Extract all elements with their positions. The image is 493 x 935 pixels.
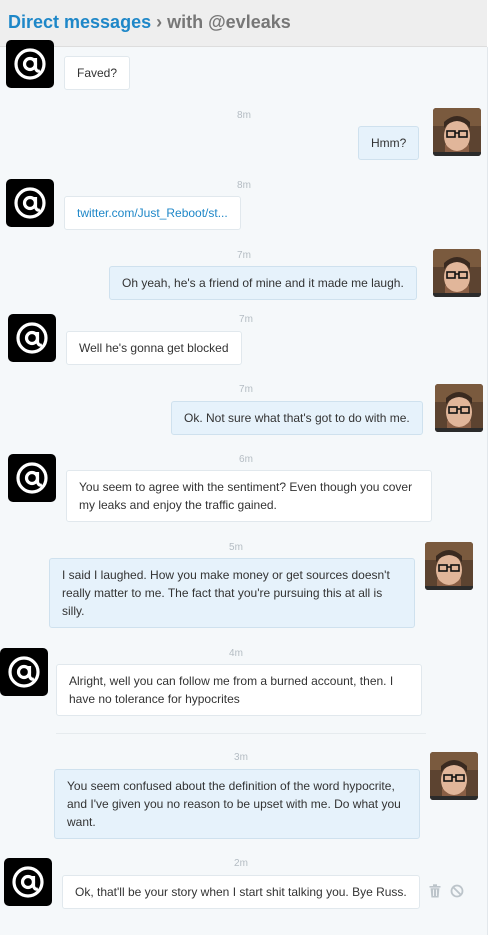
- message-text: Oh yeah, he's a friend of mine and it ma…: [122, 276, 404, 290]
- at-sign-avatar[interactable]: [6, 179, 54, 227]
- message-bubble: Ok. Not sure what that's got to do with …: [171, 401, 423, 435]
- trash-icon[interactable]: [429, 884, 441, 903]
- message-timestamp: 4m: [229, 648, 243, 659]
- direct-messages-link[interactable]: Direct messages: [8, 12, 151, 32]
- message-timestamp: 7m: [237, 250, 251, 261]
- at-sign-avatar[interactable]: [8, 454, 56, 502]
- message-timestamp: 8m: [237, 180, 251, 191]
- message-text: Hmm?: [371, 136, 407, 150]
- message-bubble: Ok, that'll be your story when I start s…: [62, 875, 420, 909]
- block-icon[interactable]: [450, 884, 464, 903]
- message-text: Ok, that'll be your story when I start s…: [75, 885, 407, 899]
- message-bubble: twitter.com/Just_Reboot/st...: [64, 196, 241, 230]
- message-timestamp: 5m: [229, 542, 243, 553]
- user-photo-avatar[interactable]: [425, 542, 473, 590]
- message-bubble: Faved?: [64, 56, 131, 90]
- message-bubble: Oh yeah, he's a friend of mine and it ma…: [109, 266, 417, 300]
- user-photo-avatar[interactable]: [433, 108, 481, 156]
- message-timestamp: 7m: [239, 314, 253, 325]
- message-timestamp: 8m: [237, 110, 251, 121]
- message-timestamp: 3m: [234, 752, 248, 763]
- at-sign-avatar[interactable]: [6, 40, 54, 88]
- message-text: Faved?: [77, 66, 118, 80]
- message-text: You seem to agree with the sentiment? Ev…: [79, 480, 413, 512]
- message-text: I said I laughed. How you make money or …: [62, 568, 390, 618]
- conversation-header: Direct messages › with @evleaks: [0, 0, 487, 47]
- user-photo-avatar[interactable]: [430, 752, 478, 800]
- conversation-title: Direct messages › with @evleaks: [8, 12, 291, 33]
- breadcrumb-separator: ›: [156, 12, 163, 32]
- message-link[interactable]: twitter.com/Just_Reboot/st...: [77, 206, 228, 220]
- message-bubble: You seem confused about the definition o…: [54, 769, 420, 839]
- message-bubble: Alright, well you can follow me from a b…: [56, 664, 422, 716]
- message-timestamp: 7m: [239, 384, 253, 395]
- message-bubble: Hmm?: [358, 126, 420, 160]
- message-text: You seem confused about the definition o…: [67, 779, 401, 829]
- message-text: Ok. Not sure what that's got to do with …: [184, 411, 410, 425]
- thread-border: [487, 47, 488, 935]
- user-photo-avatar[interactable]: [435, 384, 483, 432]
- message-bubble: You seem to agree with the sentiment? Ev…: [66, 470, 432, 522]
- at-sign-avatar[interactable]: [4, 858, 52, 906]
- at-sign-avatar[interactable]: [8, 314, 56, 362]
- message-timestamp: 2m: [234, 858, 248, 869]
- message-text: Well he's gonna get blocked: [79, 341, 229, 355]
- message-bubble: Well he's gonna get blocked: [66, 331, 242, 365]
- at-sign-avatar[interactable]: [0, 648, 48, 696]
- message-text: Alright, well you can follow me from a b…: [69, 674, 394, 706]
- conversation-partner: with @evleaks: [167, 12, 291, 32]
- user-photo-avatar[interactable]: [433, 249, 481, 297]
- message-bubble: I said I laughed. How you make money or …: [49, 558, 415, 628]
- message-timestamp: 6m: [239, 454, 253, 465]
- divider: [56, 733, 426, 734]
